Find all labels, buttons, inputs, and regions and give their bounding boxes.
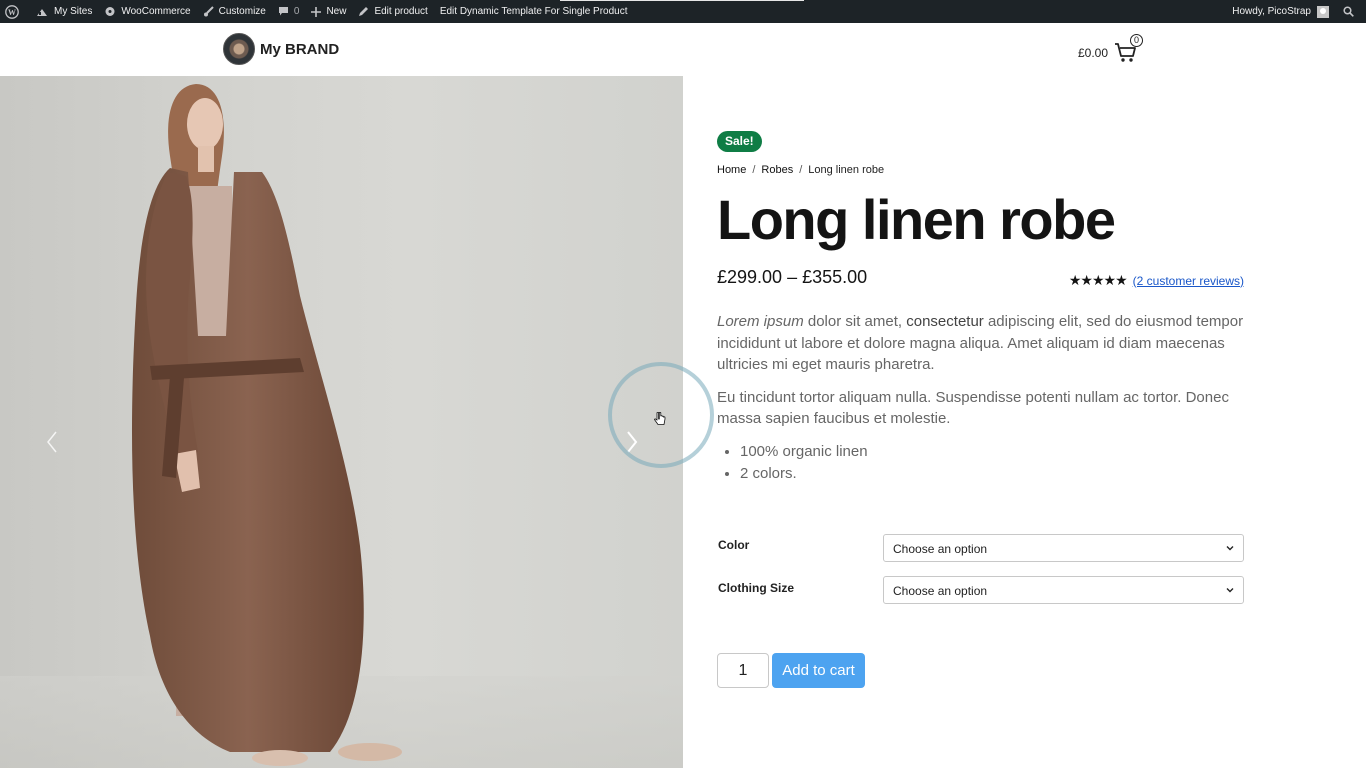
admin-search-button[interactable] [1337, 0, 1366, 23]
color-label: Color [718, 538, 750, 552]
size-select-value: Choose an option [893, 584, 988, 598]
product-short-description: Lorem ipsum dolor sit amet, consectetur … [717, 311, 1244, 430]
woocommerce-icon [105, 7, 115, 16]
cart-icon: 0 [1114, 34, 1144, 63]
product-title: Long linen robe [717, 188, 1116, 251]
sites-icon [37, 9, 47, 16]
comments-link[interactable]: 0 [272, 0, 306, 23]
description-paragraph: Lorem ipsum dolor sit amet, consectetur … [717, 311, 1244, 376]
breadcrumb-current: Long linen robe [808, 164, 885, 176]
new-label: New [326, 6, 347, 17]
hand-cursor-icon [654, 412, 666, 425]
comments-count: 0 [293, 6, 300, 17]
cart-count-badge: 0 [1130, 34, 1144, 47]
plus-icon [311, 6, 322, 17]
brush-icon [203, 6, 214, 17]
comment-icon [278, 7, 288, 16]
product-price: £299.00 – £355.00 [717, 267, 868, 287]
customize-link[interactable]: Customize [197, 0, 272, 23]
breadcrumb-separator: / [752, 164, 756, 176]
site-header: My BRAND £0.00 0 [0, 23, 1366, 76]
edit-template-link[interactable]: Edit Dynamic Template For Single Product [434, 0, 634, 23]
brand-link[interactable]: My BRAND [223, 33, 339, 65]
customize-label: Customize [218, 6, 266, 17]
feature-item: 2 colors. [740, 463, 868, 485]
wordpress-logo-button[interactable]: W [0, 0, 30, 23]
description-text: dolor sit amet, [803, 313, 907, 330]
my-sites-label: My Sites [54, 6, 93, 17]
edit-product-label: Edit product [374, 6, 428, 17]
wordpress-icon: W [5, 4, 19, 19]
feature-list: 100% organic linen 2 colors. [740, 441, 868, 484]
clothing-size-label: Clothing Size [718, 581, 794, 595]
mini-cart[interactable]: £0.00 0 [1078, 34, 1144, 63]
gallery-prev-arrow-icon[interactable] [42, 428, 62, 456]
avatar [1317, 5, 1329, 18]
breadcrumb-category[interactable]: Robes [761, 164, 793, 176]
color-select[interactable]: Choose an option [883, 534, 1244, 562]
account-menu[interactable]: Howdy, PicoStrap [1226, 0, 1337, 23]
clothing-size-select[interactable]: Choose an option [883, 576, 1244, 604]
chevron-down-icon [1226, 588, 1234, 593]
product-rating: ★★★★★ (2 customer reviews) [1069, 272, 1244, 289]
my-sites-menu[interactable]: My Sites [30, 0, 98, 23]
loading-indicator [560, 0, 804, 1]
howdy-label: Howdy, PicoStrap [1232, 6, 1311, 17]
admin-bar: W My Sites WooCommerce Customize 0 New E… [0, 0, 1366, 23]
sale-badge: Sale! [717, 131, 762, 152]
description-paragraph: Eu tincidunt tortor aliquam nulla. Suspe… [717, 388, 1229, 428]
pencil-icon [359, 7, 369, 16]
new-content-menu[interactable]: New [305, 0, 352, 23]
cart-total: £0.00 [1078, 46, 1109, 60]
woocommerce-menu[interactable]: WooCommerce [98, 0, 196, 23]
description-italic: Lorem ipsum [717, 313, 804, 330]
edit-template-label: Edit Dynamic Template For Single Product [439, 6, 628, 17]
description-strong: consectetur [906, 313, 984, 330]
svg-text:W: W [8, 8, 16, 17]
breadcrumb-home[interactable]: Home [717, 164, 746, 176]
breadcrumb: Home / Robes / Long linen robe [717, 164, 884, 176]
woocommerce-label: WooCommerce [121, 6, 191, 17]
add-to-cart-button[interactable]: Add to cart [772, 653, 865, 688]
feature-item: 100% organic linen [740, 441, 868, 463]
search-icon [1343, 6, 1354, 17]
brand-logo [223, 33, 255, 65]
chevron-down-icon [1226, 546, 1234, 551]
breadcrumb-separator: / [799, 164, 803, 176]
product-image [0, 84, 683, 768]
product-gallery[interactable] [0, 76, 683, 768]
reviews-link[interactable]: (2 customer reviews) [1133, 274, 1244, 288]
quantity-input[interactable]: 1 [717, 653, 769, 688]
brand-name: My BRAND [260, 40, 340, 58]
edit-product-link[interactable]: Edit product [352, 0, 433, 23]
color-select-value: Choose an option [893, 542, 988, 556]
star-rating-icon: ★★★★★ [1068, 272, 1128, 288]
